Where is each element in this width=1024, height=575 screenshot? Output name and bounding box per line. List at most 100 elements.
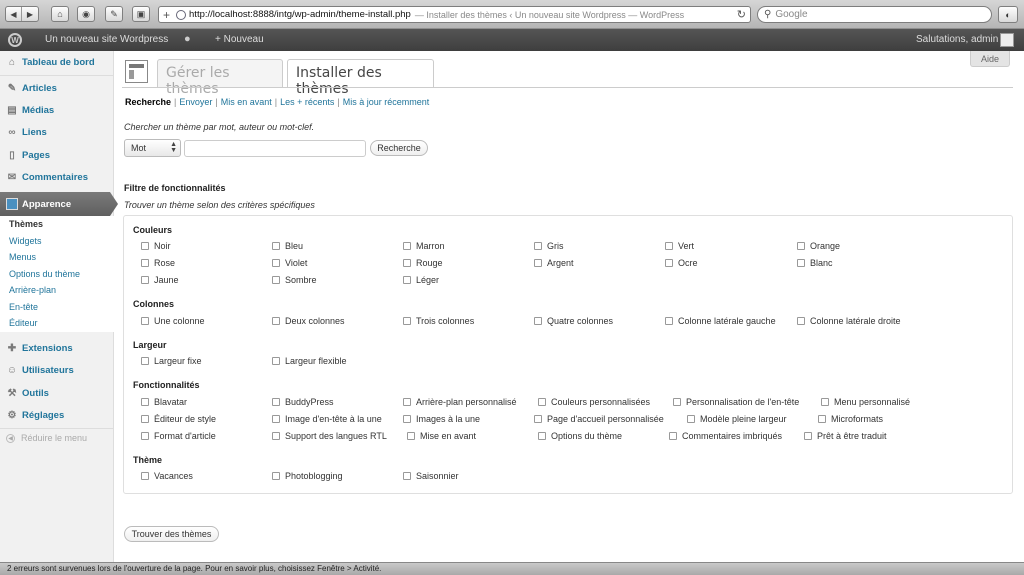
checkbox-feature[interactable]: Arrière-plan personnalisé: [403, 396, 517, 408]
google-search-field[interactable]: ⚲ Google: [757, 6, 992, 23]
checkbox-box[interactable]: [141, 317, 149, 325]
checkbox-columns[interactable]: Deux colonnes: [272, 315, 345, 327]
checkbox-box[interactable]: [403, 259, 411, 267]
checkbox-color[interactable]: Bleu: [272, 240, 303, 252]
forward-icon[interactable]: ▶: [22, 7, 38, 21]
submenu-themes[interactable]: Thèmes: [0, 216, 114, 233]
sidebar-item-users[interactable]: ☺ Utilisateurs: [0, 359, 114, 381]
back-icon[interactable]: ◀: [6, 7, 22, 21]
checkbox-color[interactable]: Gris: [534, 240, 564, 252]
checkbox-box[interactable]: [538, 432, 546, 440]
checkbox-box[interactable]: [272, 242, 280, 250]
checkbox-color[interactable]: Rose: [141, 257, 175, 269]
checkbox-box[interactable]: [818, 415, 826, 423]
tab-install-themes[interactable]: Installer des thèmes: [287, 59, 434, 97]
subsub-upload[interactable]: Envoyer: [179, 97, 212, 107]
checkbox-columns[interactable]: Trois colonnes: [403, 315, 474, 327]
checkbox-box[interactable]: [403, 317, 411, 325]
checkbox-feature[interactable]: Commentaires imbriqués: [669, 430, 782, 442]
checkbox-feature[interactable]: Images à la une: [403, 413, 480, 425]
checkbox-color[interactable]: Jaune: [141, 274, 179, 286]
checkbox-box[interactable]: [272, 432, 280, 440]
safari-button[interactable]: ◉: [77, 6, 95, 22]
checkbox-color[interactable]: Marron: [403, 240, 445, 252]
checkbox-box[interactable]: [141, 472, 149, 480]
checkbox-color[interactable]: Sombre: [272, 274, 317, 286]
checkbox-box[interactable]: [141, 242, 149, 250]
checkbox-width[interactable]: Largeur fixe: [141, 355, 202, 367]
submenu-editor[interactable]: Éditeur: [0, 315, 114, 332]
address-bar[interactable]: + http://localhost:8888/intg/wp-admin/th…: [158, 6, 751, 23]
checkbox-feature[interactable]: Blavatar: [141, 396, 187, 408]
checkbox-feature[interactable]: Couleurs personnalisées: [538, 396, 650, 408]
comments-bubble-icon[interactable]: ●: [184, 33, 191, 45]
checkbox-subject[interactable]: Saisonnier: [403, 470, 459, 482]
checkbox-feature[interactable]: Éditeur de style: [141, 413, 216, 425]
checkbox-feature[interactable]: Mise en avant: [407, 430, 476, 442]
checkbox-box[interactable]: [407, 432, 415, 440]
search-button[interactable]: Recherche: [370, 140, 428, 156]
submenu-background[interactable]: Arrière-plan: [0, 282, 114, 299]
checkbox-box[interactable]: [687, 415, 695, 423]
checkbox-box[interactable]: [141, 357, 149, 365]
checkbox-columns[interactable]: Une colonne: [141, 315, 205, 327]
checkbox-box[interactable]: [272, 259, 280, 267]
checkbox-color[interactable]: Argent: [534, 257, 574, 269]
checkbox-box[interactable]: [534, 415, 542, 423]
subsub-search[interactable]: Recherche: [125, 97, 171, 107]
checkbox-color[interactable]: Vert: [665, 240, 694, 252]
checkbox-color[interactable]: Ocre: [665, 257, 698, 269]
greeting-link[interactable]: Salutations, admin: [916, 34, 998, 45]
checkbox-feature[interactable]: BuddyPress: [272, 396, 334, 408]
wordpress-logo-icon[interactable]: W: [8, 33, 22, 47]
new-content-link[interactable]: + Nouveau: [215, 34, 264, 45]
submenu-widgets[interactable]: Widgets: [0, 233, 114, 250]
url-text[interactable]: http://localhost:8888/intg/wp-admin/them…: [189, 9, 411, 20]
checkbox-feature[interactable]: Modèle pleine largeur: [687, 413, 787, 425]
checkbox-subject[interactable]: Vacances: [141, 470, 193, 482]
checkbox-box[interactable]: [821, 398, 829, 406]
checkbox-box[interactable]: [403, 398, 411, 406]
checkbox-color[interactable]: Rouge: [403, 257, 443, 269]
checkbox-color[interactable]: Orange: [797, 240, 840, 252]
checkbox-box[interactable]: [141, 276, 149, 284]
checkbox-feature[interactable]: Menu personnalisé: [821, 396, 910, 408]
subsub-newest[interactable]: Les + récents: [280, 97, 334, 107]
checkbox-color[interactable]: Blanc: [797, 257, 833, 269]
checkbox-box[interactable]: [272, 398, 280, 406]
sidebar-item-dashboard[interactable]: ⌂ Tableau de bord: [0, 51, 114, 73]
checkbox-box[interactable]: [534, 242, 542, 250]
checkbox-box[interactable]: [797, 259, 805, 267]
checkbox-box[interactable]: [669, 432, 677, 440]
checkbox-box[interactable]: [403, 472, 411, 480]
home-button[interactable]: ⌂: [51, 6, 69, 22]
sidebar-item-settings[interactable]: ⚙ Réglages: [0, 404, 114, 426]
checkbox-feature[interactable]: Format d'article: [141, 430, 216, 442]
sidebar-item-comments[interactable]: ✉ Commentaires: [0, 166, 114, 188]
checkbox-box[interactable]: [538, 398, 546, 406]
find-themes-button[interactable]: Trouver des thèmes: [124, 526, 219, 542]
checkbox-color[interactable]: Noir: [141, 240, 171, 252]
checkbox-box[interactable]: [141, 432, 149, 440]
checkbox-feature[interactable]: Prêt à être traduit: [804, 430, 887, 442]
checkbox-box[interactable]: [272, 357, 280, 365]
checkbox-box[interactable]: [141, 415, 149, 423]
sidebar-item-appearance[interactable]: Apparence: [0, 192, 118, 216]
submenu-header[interactable]: En-tête: [0, 299, 114, 316]
back-forward-buttons[interactable]: ◀ ▶: [5, 6, 39, 22]
checkbox-columns[interactable]: Colonne latérale droite: [797, 315, 901, 327]
checkbox-box[interactable]: [534, 317, 542, 325]
checkbox-box[interactable]: [804, 432, 812, 440]
subsub-updated[interactable]: Mis à jour récemment: [343, 97, 430, 107]
checkbox-box[interactable]: [534, 259, 542, 267]
checkbox-box[interactable]: [272, 415, 280, 423]
checkbox-subject[interactable]: Photoblogging: [272, 470, 343, 482]
checkbox-feature[interactable]: Options du thème: [538, 430, 622, 442]
search-input[interactable]: [184, 140, 366, 157]
submenu-theme-options[interactable]: Options du thème: [0, 266, 114, 283]
sidebar-item-tools[interactable]: ⚒ Outils: [0, 382, 114, 404]
sidebar-item-medias[interactable]: ▤ Médias: [0, 99, 114, 121]
checkbox-feature[interactable]: Microformats: [818, 413, 883, 425]
reader-button[interactable]: ▣: [132, 6, 150, 22]
checkbox-box[interactable]: [665, 242, 673, 250]
